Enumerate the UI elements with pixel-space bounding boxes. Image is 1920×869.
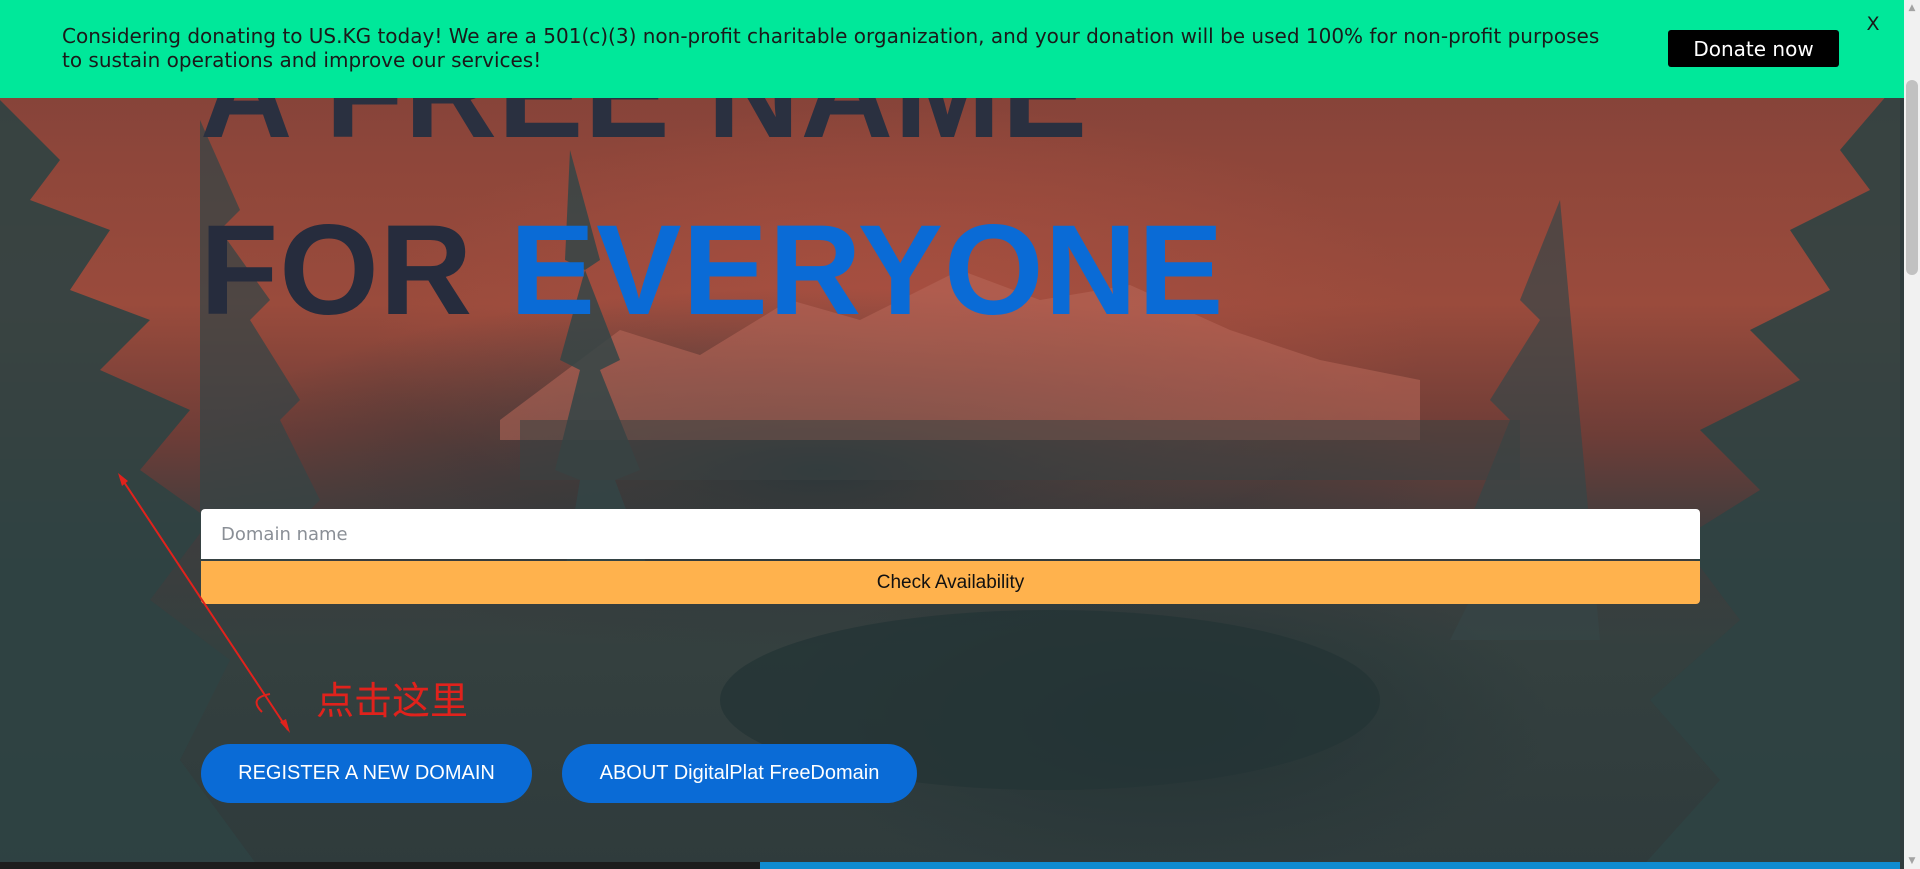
check-availability-button[interactable]: Check Availability [201,561,1700,604]
donation-banner: Considering donating to US.KG today! We … [0,0,1904,98]
register-new-domain-button[interactable]: REGISTER A NEW DOMAIN [201,744,532,803]
bottom-bar-accent [760,862,1900,869]
close-banner-button[interactable]: X [1861,12,1885,36]
hero-headline-line2: FOR EVERYONE [200,207,1224,335]
about-digitalplat-button[interactable]: ABOUT DigitalPlat FreeDomain [562,744,917,803]
bottom-bar-dark [0,862,760,869]
scroll-down-arrow-icon[interactable]: ▼ [1904,853,1920,869]
scrollbar-thumb[interactable] [1906,80,1918,275]
vertical-scrollbar[interactable]: ▲ ▼ [1904,0,1920,869]
hero-headline-accent: EVERYONE [509,199,1225,342]
page: A FREE NAME FOR EVERYONE Check Availabil… [0,0,1920,869]
donation-message: Considering donating to US.KG today! We … [62,24,1600,72]
scroll-up-arrow-icon[interactable]: ▲ [1904,0,1920,16]
donate-now-button[interactable]: Donate now [1668,30,1839,67]
hero-headline-prefix: FOR [200,199,510,342]
domain-name-input[interactable] [201,509,1700,559]
annotation-click-here-label: 点击这里 [316,679,469,723]
